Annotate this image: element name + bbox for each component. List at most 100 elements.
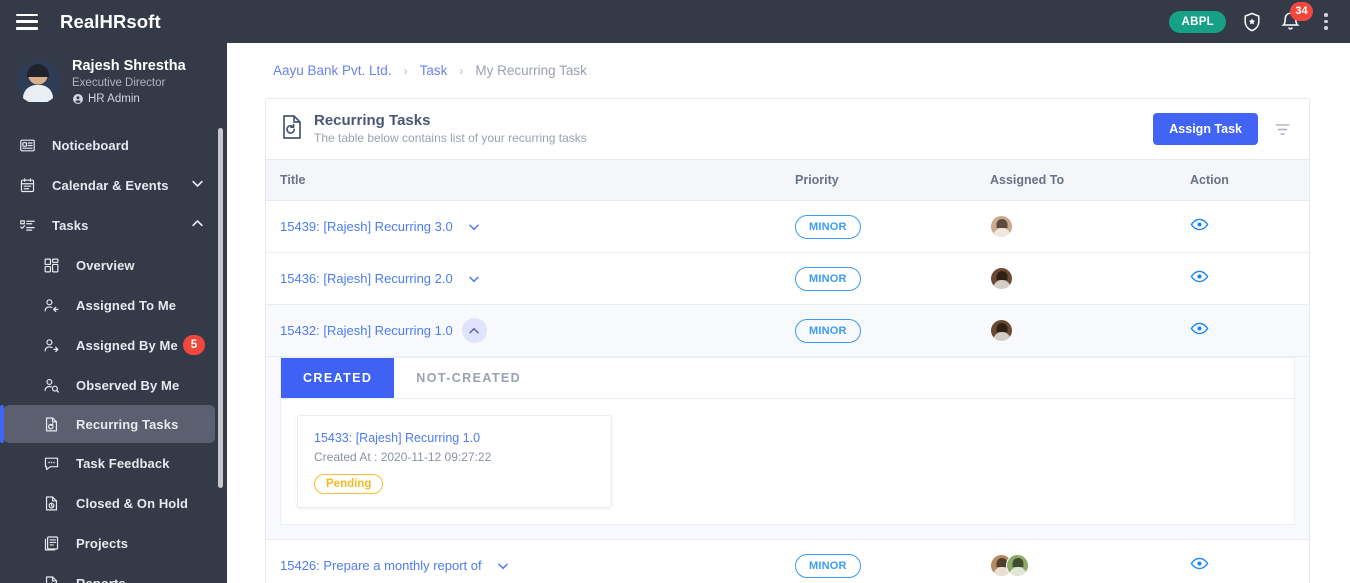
- sidebar-item-label: Recurring Tasks: [76, 416, 179, 432]
- eye-icon[interactable]: [1190, 215, 1209, 234]
- sidebar-item-recurring-tasks[interactable]: Recurring Tasks: [0, 405, 215, 443]
- assignee-avatars[interactable]: [990, 215, 1176, 238]
- filter-icon[interactable]: [1274, 121, 1291, 138]
- reports-icon: [40, 575, 62, 583]
- recurring-doc-icon: [280, 114, 306, 145]
- sidebar-item-calendar-events[interactable]: Calendar & Events: [0, 165, 227, 205]
- recurring-doc-icon: [40, 416, 62, 433]
- breadcrumb-separator: ›: [459, 63, 464, 78]
- noticeboard-icon: [16, 137, 38, 154]
- profile-role: Executive Director: [72, 77, 166, 89]
- eye-icon[interactable]: [1190, 319, 1209, 338]
- eye-icon[interactable]: [1190, 267, 1209, 286]
- table-row: 15426: Prepare a monthly report of MINOR: [266, 539, 1309, 583]
- cell-title: 15432: [Rajesh] Recurring 1.0: [266, 304, 781, 357]
- row-toggle-chevron-up-icon[interactable]: [461, 318, 487, 343]
- occurrence-card[interactable]: 15433: [Rajesh] Recurring 1.0 Created At …: [297, 415, 612, 508]
- profile-tag-row: HR Admin: [72, 91, 186, 107]
- sidebar-nav: Noticeboard Calendar & Events Tasks Overvie…: [0, 121, 227, 583]
- page-title: Recurring Tasks: [314, 112, 431, 129]
- kebab-menu-icon[interactable]: [1316, 13, 1336, 30]
- breadcrumb-section[interactable]: Task: [420, 63, 448, 78]
- projects-icon: [40, 535, 62, 552]
- sidebar-item-overview[interactable]: Overview: [0, 245, 227, 285]
- column-header-priority: Priority: [781, 159, 976, 201]
- cell-action: [1176, 539, 1309, 583]
- sidebar-item-closed-on-hold[interactable]: Closed & On Hold: [0, 483, 227, 523]
- sidebar: Rajesh Shrestha Executive Director HR Ad…: [0, 43, 227, 583]
- main-content: Aayu Bank Pvt. Ltd. › Task › My Recurrin…: [227, 43, 1350, 583]
- chevron-down-icon[interactable]: [190, 176, 205, 194]
- sidebar-item-tasks[interactable]: Tasks: [0, 205, 227, 245]
- grid-icon: [40, 257, 62, 274]
- doc-clock-icon: [40, 495, 62, 512]
- page-subtitle: The table below contains list of your re…: [314, 131, 587, 145]
- profile-text: Rajesh Shrestha Executive Director HR Ad…: [72, 57, 186, 107]
- cell-action: [1176, 304, 1309, 357]
- assignee-avatars[interactable]: [990, 319, 1176, 342]
- row-toggle-chevron-down-icon[interactable]: [462, 214, 487, 239]
- tab-not-created[interactable]: NOT-CREATED: [394, 358, 543, 398]
- shield-star-icon[interactable]: [1240, 10, 1264, 34]
- sidebar-item-assigned-by-me[interactable]: Assigned By Me 5: [0, 325, 227, 365]
- avatar: [16, 60, 60, 104]
- status-badge: Pending: [314, 474, 384, 494]
- priority-badge: MINOR: [795, 214, 861, 239]
- task-title-link[interactable]: 15426: Prepare a monthly report of: [280, 553, 516, 578]
- sidebar-item-reports[interactable]: Reports: [0, 563, 227, 583]
- sidebar-item-label: Assigned To Me: [76, 297, 177, 313]
- task-title-link[interactable]: 15439: [Rajesh] Recurring 3.0: [280, 214, 487, 239]
- hamburger-icon[interactable]: [16, 13, 38, 30]
- sidebar-item-assigned-to-me[interactable]: Assigned To Me: [0, 285, 227, 325]
- tab-created[interactable]: CREATED: [281, 358, 395, 398]
- sidebar-item-label: Projects: [76, 535, 129, 551]
- cell-assigned-to: [976, 539, 1176, 583]
- profile-name: Rajesh Shrestha: [72, 58, 186, 74]
- cell-priority: MINOR: [781, 252, 976, 305]
- sidebar-scrollbar[interactable]: [218, 128, 223, 488]
- sidebar-item-badge: 5: [183, 335, 205, 355]
- cell-action: [1176, 252, 1309, 305]
- cell-assigned-to: [976, 252, 1176, 305]
- chevron-up-icon[interactable]: [190, 216, 205, 234]
- breadcrumb-current: My Recurring Task: [475, 63, 587, 78]
- cell-priority: MINOR: [781, 539, 976, 583]
- user-search-icon: [40, 377, 62, 394]
- user-profile[interactable]: Rajesh Shrestha Executive Director HR Ad…: [0, 43, 227, 121]
- sidebar-item-noticeboard[interactable]: Noticeboard: [0, 125, 227, 165]
- tasks-icon: [16, 217, 38, 234]
- expanded-detail-row: CREATED NOT-CREATED 15433: [Rajesh] Recurr…: [266, 356, 1309, 540]
- row-toggle-chevron-down-icon[interactable]: [491, 553, 516, 578]
- sidebar-item-label: Assigned By Me: [76, 337, 178, 353]
- task-title-link[interactable]: 15436: [Rajesh] Recurring 2.0: [280, 266, 487, 291]
- expanded-panel-wrapper: CREATED NOT-CREATED 15433: [Rajesh] Recurr…: [266, 357, 1309, 539]
- priority-badge: MINOR: [795, 318, 861, 343]
- sidebar-item-observed-by-me[interactable]: Observed By Me: [0, 365, 227, 405]
- occurrence-title[interactable]: 15433: [Rajesh] Recurring 1.0: [314, 429, 597, 448]
- org-badge[interactable]: ABPL: [1169, 10, 1226, 33]
- sidebar-item-task-feedback[interactable]: Task Feedback: [0, 443, 227, 483]
- expanded-panel: CREATED NOT-CREATED 15433: [Rajesh] Recurr…: [280, 357, 1295, 525]
- assign-task-button[interactable]: Assign Task: [1153, 113, 1258, 145]
- eye-icon[interactable]: [1190, 554, 1209, 573]
- breadcrumb-org[interactable]: Aayu Bank Pvt. Ltd.: [273, 63, 392, 78]
- brand-title: RealHRsoft: [60, 10, 161, 32]
- column-header-title: Title: [266, 159, 781, 201]
- tab-bar: CREATED NOT-CREATED: [281, 358, 1294, 399]
- card-header-text: Recurring Tasks The table below contains…: [314, 111, 587, 147]
- table-body: 15439: [Rajesh] Recurring 3.0 MINOR 15436:…: [266, 200, 1309, 583]
- bell-icon[interactable]: 34: [1278, 1, 1313, 34]
- row-toggle-chevron-down-icon[interactable]: [462, 266, 487, 291]
- assignee-avatars[interactable]: [990, 267, 1176, 290]
- topbar-actions: ABPL 34: [1169, 1, 1350, 34]
- table-head: Title Priority Assigned To Action: [266, 159, 1309, 201]
- assignee-avatars[interactable]: [990, 554, 1176, 577]
- cell-assigned-to: [976, 304, 1176, 357]
- user-out-icon: [40, 337, 62, 354]
- table-header-row: Title Priority Assigned To Action: [266, 159, 1309, 201]
- priority-badge: MINOR: [795, 266, 861, 291]
- notification-count-badge: 34: [1290, 1, 1313, 21]
- cell-priority: MINOR: [781, 200, 976, 253]
- sidebar-item-projects[interactable]: Projects: [0, 523, 227, 563]
- task-title-link[interactable]: 15432: [Rajesh] Recurring 1.0: [280, 318, 487, 343]
